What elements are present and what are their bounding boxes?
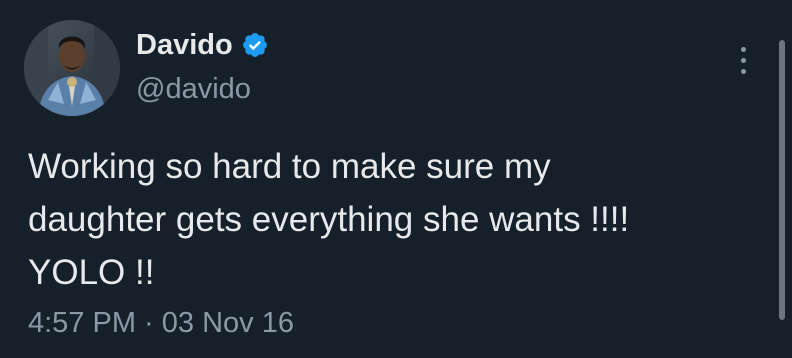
tweet-timestamp[interactable]: 4:57 PM · 03 Nov 16 bbox=[28, 306, 294, 340]
more-vertical-icon-dot bbox=[740, 57, 746, 63]
more-options-button[interactable] bbox=[728, 40, 758, 80]
more-vertical-icon bbox=[740, 46, 746, 52]
more-vertical-icon-dot bbox=[740, 68, 746, 74]
display-name[interactable]: Davido bbox=[136, 28, 233, 62]
scrollbar[interactable] bbox=[779, 40, 785, 320]
user-handle[interactable]: @davido bbox=[136, 72, 251, 106]
tweet-card: Davido @davido Working so hard to make s… bbox=[0, 0, 792, 358]
avatar-image bbox=[24, 20, 120, 116]
name-row: Davido bbox=[136, 28, 269, 62]
avatar[interactable] bbox=[24, 20, 120, 116]
tweet-text: Working so hard to make sure my daughter… bbox=[28, 147, 630, 292]
verified-badge-icon bbox=[241, 31, 269, 59]
